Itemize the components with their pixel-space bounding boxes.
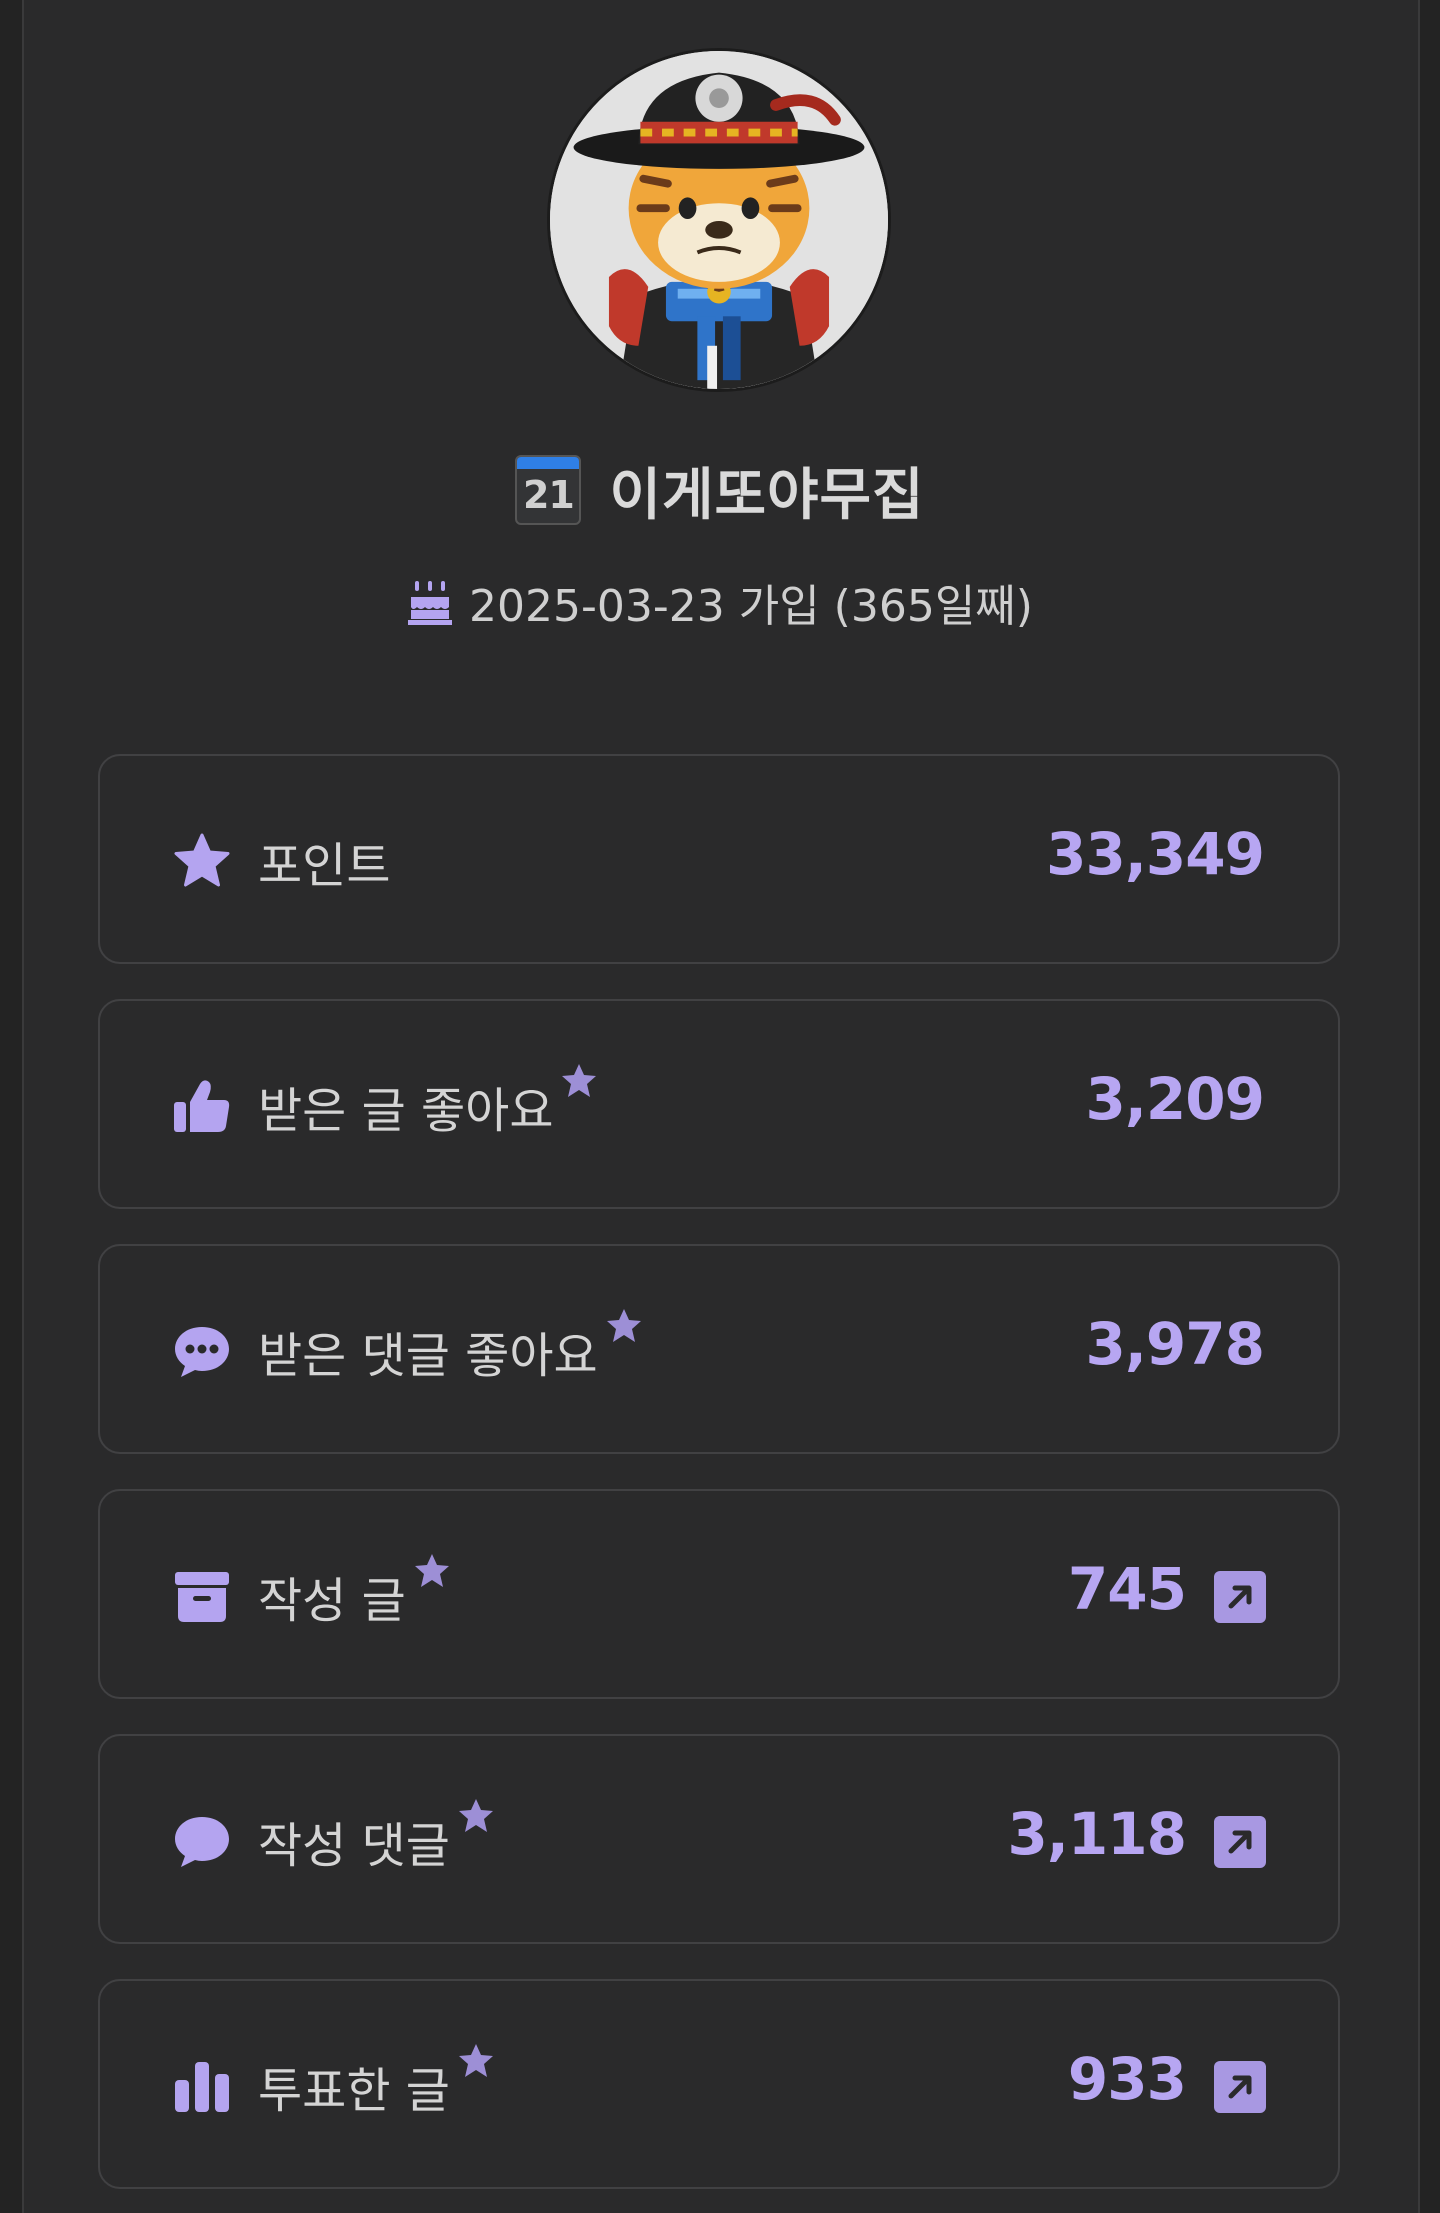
- comment-dots-icon: [172, 1321, 232, 1381]
- stat-card-received-post-likes: 받은 글 좋아요 3,209: [98, 999, 1340, 1209]
- join-date-row: 2025-03-23 가입 (365일째): [0, 570, 1440, 634]
- badge-star-icon: [414, 1554, 449, 1587]
- stat-label: 받은 댓글 좋아요: [258, 1328, 598, 1384]
- badge-star-icon: [458, 1799, 493, 1832]
- external-link-icon[interactable]: [1214, 1571, 1266, 1623]
- stat-card-written-comments[interactable]: 작성 댓글 3,118: [98, 1734, 1340, 1944]
- stat-card-written-posts[interactable]: 작성 글 745: [98, 1489, 1340, 1699]
- comment-icon: [172, 1811, 232, 1871]
- calendar-icon: 21: [515, 455, 582, 525]
- join-date-text: 2025-03-23 가입 (365일째): [469, 581, 1033, 632]
- stat-label: 받은 글 좋아요: [258, 1083, 554, 1139]
- username: 이게또야무집: [609, 462, 925, 528]
- thumbs-up-icon: [172, 1076, 232, 1136]
- stat-label-row: 작성 글: [258, 1554, 452, 1631]
- stat-card-received-comment-likes: 받은 댓글 좋아요 3,978: [98, 1244, 1340, 1454]
- stat-card-points: 포인트 33,349: [98, 754, 1340, 964]
- calendar-day: 21: [522, 473, 575, 517]
- tiger-mascot-image: [550, 51, 888, 389]
- stat-label: 포인트: [258, 838, 391, 894]
- username-row: 21 이게또야무집: [0, 450, 1440, 530]
- stat-value: 3,118: [1007, 1800, 1187, 1868]
- stat-value: 33,349: [1046, 820, 1265, 888]
- stat-label-row: 받은 글 좋아요: [258, 1064, 599, 1141]
- avatar[interactable]: [547, 48, 891, 392]
- stat-label-row: 받은 댓글 좋아요: [258, 1309, 644, 1386]
- archive-box-icon: [172, 1566, 232, 1626]
- stat-value: 745: [1067, 1555, 1187, 1623]
- stat-label: 작성 글: [258, 1573, 406, 1629]
- badge-star-icon: [606, 1309, 641, 1342]
- stat-label: 작성 댓글: [258, 1818, 450, 1874]
- cake-icon: [408, 581, 453, 625]
- stat-card-voted-posts[interactable]: 투표한 글 933: [98, 1979, 1340, 2189]
- external-link-icon[interactable]: [1214, 2061, 1266, 2113]
- stat-label-row: 투표한 글: [258, 2044, 496, 2121]
- stat-label-row: 작성 댓글: [258, 1799, 496, 1876]
- star-icon: [172, 831, 232, 891]
- external-link-icon[interactable]: [1214, 1816, 1266, 1868]
- stat-value: 933: [1067, 2045, 1187, 2113]
- badge-star-icon: [562, 1064, 597, 1097]
- stat-value: 3,209: [1085, 1065, 1265, 1133]
- stat-label: 투표한 글: [258, 2063, 450, 2119]
- badge-star-icon: [458, 2044, 493, 2077]
- stat-value: 3,978: [1085, 1310, 1265, 1378]
- bar-chart-icon: [172, 2056, 232, 2116]
